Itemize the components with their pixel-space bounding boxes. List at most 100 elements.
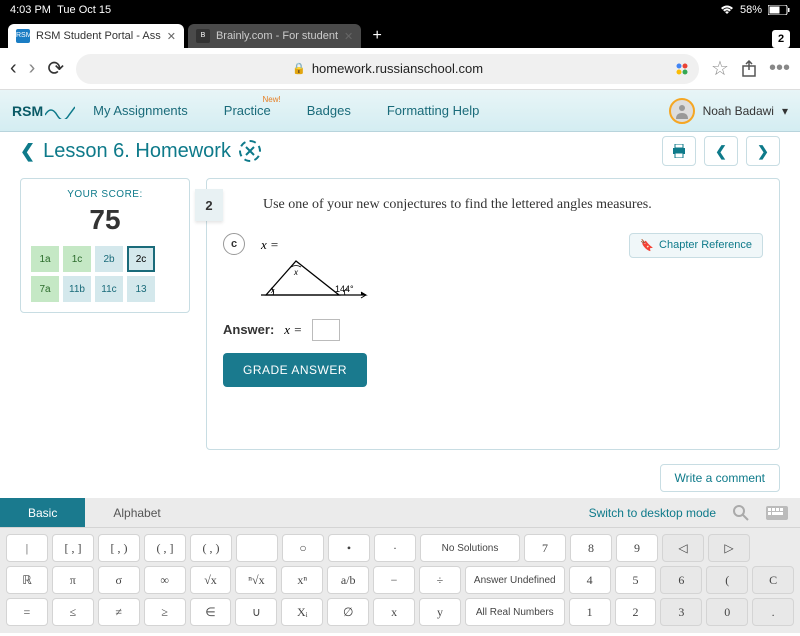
key[interactable]: (	[706, 566, 748, 594]
key[interactable]	[236, 534, 278, 562]
back-chevron-icon[interactable]: ❮	[20, 141, 35, 162]
key[interactable]: 4	[569, 566, 611, 594]
problem-13[interactable]: 13	[127, 276, 155, 302]
bookmark-button[interactable]: ☆	[711, 56, 729, 81]
key[interactable]: [ , )	[98, 534, 140, 562]
share-button[interactable]	[741, 60, 757, 78]
new-tab-button[interactable]: +	[365, 24, 389, 48]
next-problem-button[interactable]: ❯	[746, 136, 780, 166]
browser-tab-active[interactable]: RSM RSM Student Portal - Ass ✕	[8, 24, 184, 48]
more-button[interactable]: •••	[769, 57, 790, 80]
key[interactable]: ∞	[144, 566, 186, 594]
key[interactable]: 5	[615, 566, 657, 594]
key[interactable]: ( , ]	[144, 534, 186, 562]
key[interactable]: 7	[524, 534, 566, 562]
key[interactable]: π	[52, 566, 94, 594]
key[interactable]: 0	[706, 598, 748, 626]
close-icon[interactable]: ✕	[344, 30, 353, 43]
ios-status-bar: 4:03 PM Tue Oct 15 58%	[0, 0, 800, 20]
key[interactable]: No Solutions	[420, 534, 520, 562]
address-bar[interactable]: 🔒 homework.russianschool.com	[76, 54, 699, 84]
key[interactable]: y	[419, 598, 461, 626]
key[interactable]: σ	[98, 566, 140, 594]
problem-11b[interactable]: 11b	[63, 276, 91, 302]
key[interactable]: All Real Numbers	[465, 598, 565, 626]
key[interactable]: ⁿ√x	[235, 566, 277, 594]
key[interactable]: ∪	[235, 598, 277, 626]
status-date: Tue Oct 15	[57, 4, 111, 16]
key[interactable]: ·	[374, 534, 416, 562]
key[interactable]: 3	[660, 598, 702, 626]
key[interactable]: ∅	[327, 598, 369, 626]
nav-practice[interactable]: New! Practice	[206, 103, 289, 118]
key[interactable]: 8	[570, 534, 612, 562]
problem-2c[interactable]: 2c	[127, 246, 155, 272]
user-menu[interactable]: Noah Badawi ▾	[669, 98, 788, 124]
nav-formatting-help[interactable]: Formatting Help	[369, 103, 497, 118]
key[interactable]: •	[328, 534, 370, 562]
key[interactable]: ≠	[98, 598, 140, 626]
chapter-reference-button[interactable]: 🔖 Chapter Reference	[629, 233, 763, 258]
key[interactable]: 1	[569, 598, 611, 626]
key[interactable]: ≤	[52, 598, 94, 626]
keyboard-icon[interactable]	[766, 502, 788, 524]
prev-problem-button[interactable]: ❮	[704, 136, 738, 166]
logo[interactable]: RSM	[12, 103, 75, 119]
tab-title: RSM Student Portal - Ass	[36, 30, 161, 42]
key[interactable]: √x	[190, 566, 232, 594]
status-time: 4:03 PM	[10, 4, 51, 16]
key[interactable]: ○	[282, 534, 324, 562]
target-icon[interactable]	[239, 140, 261, 162]
key[interactable]: −	[373, 566, 415, 594]
wifi-icon	[720, 5, 734, 15]
key[interactable]: Answer Undefined	[465, 566, 565, 594]
reload-button[interactable]: ⟳	[47, 56, 64, 81]
key[interactable]: ▷	[708, 534, 750, 562]
expression-label: x =	[261, 237, 371, 253]
triangle-diagram: x x 144°	[261, 255, 371, 303]
problem-7a[interactable]: 7a	[31, 276, 59, 302]
key[interactable]: ( , )	[190, 534, 232, 562]
key[interactable]: |	[6, 534, 48, 562]
key[interactable]: [ , ]	[52, 534, 94, 562]
key[interactable]: 2	[615, 598, 657, 626]
close-icon[interactable]: ✕	[167, 30, 176, 43]
desktop-mode-link[interactable]: Switch to desktop mode	[589, 506, 716, 520]
nav-my-assignments[interactable]: My Assignments	[75, 103, 206, 118]
key[interactable]: 9	[616, 534, 658, 562]
back-button[interactable]: ‹	[10, 57, 17, 80]
key[interactable]: ÷	[419, 566, 461, 594]
grade-answer-button[interactable]: GRADE ANSWER	[223, 353, 367, 387]
keyboard-tab-basic[interactable]: Basic	[0, 498, 85, 527]
mic-icon[interactable]	[675, 62, 689, 76]
problem-2b[interactable]: 2b	[95, 246, 123, 272]
tab-count-badge[interactable]: 2	[772, 30, 790, 48]
answer-input[interactable]	[312, 319, 340, 341]
key[interactable]: ≥	[144, 598, 186, 626]
answer-expression: x =	[284, 322, 302, 338]
problem-1c[interactable]: 1c	[63, 246, 91, 272]
forward-button: ›	[29, 57, 36, 80]
key[interactable]: xⁿ	[281, 566, 323, 594]
key[interactable]: =	[6, 598, 48, 626]
problem-11c[interactable]: 11c	[95, 276, 123, 302]
key[interactable]: 6	[660, 566, 702, 594]
key[interactable]: ∈	[190, 598, 232, 626]
key[interactable]: x	[373, 598, 415, 626]
key[interactable]: ℝ	[6, 566, 48, 594]
browser-tab-inactive[interactable]: B Brainly.com - For student ✕	[188, 24, 361, 48]
key[interactable]: a/b	[327, 566, 369, 594]
print-button[interactable]	[662, 136, 696, 166]
key[interactable]: ◁	[662, 534, 704, 562]
key[interactable]: .	[752, 598, 794, 626]
key[interactable]: Xᵢ	[281, 598, 323, 626]
svg-text:x: x	[293, 268, 299, 277]
svg-text:144°: 144°	[335, 284, 354, 294]
key[interactable]: C	[752, 566, 794, 594]
nav-badges[interactable]: Badges	[289, 103, 369, 118]
keyboard-tab-alphabet[interactable]: Alphabet	[85, 498, 188, 527]
score-sidebar: YOUR SCORE: 75 1a1c2b2c7a11b11c13	[20, 178, 190, 450]
search-icon[interactable]	[730, 502, 752, 524]
write-comment-button[interactable]: Write a comment	[660, 464, 780, 492]
problem-1a[interactable]: 1a	[31, 246, 59, 272]
